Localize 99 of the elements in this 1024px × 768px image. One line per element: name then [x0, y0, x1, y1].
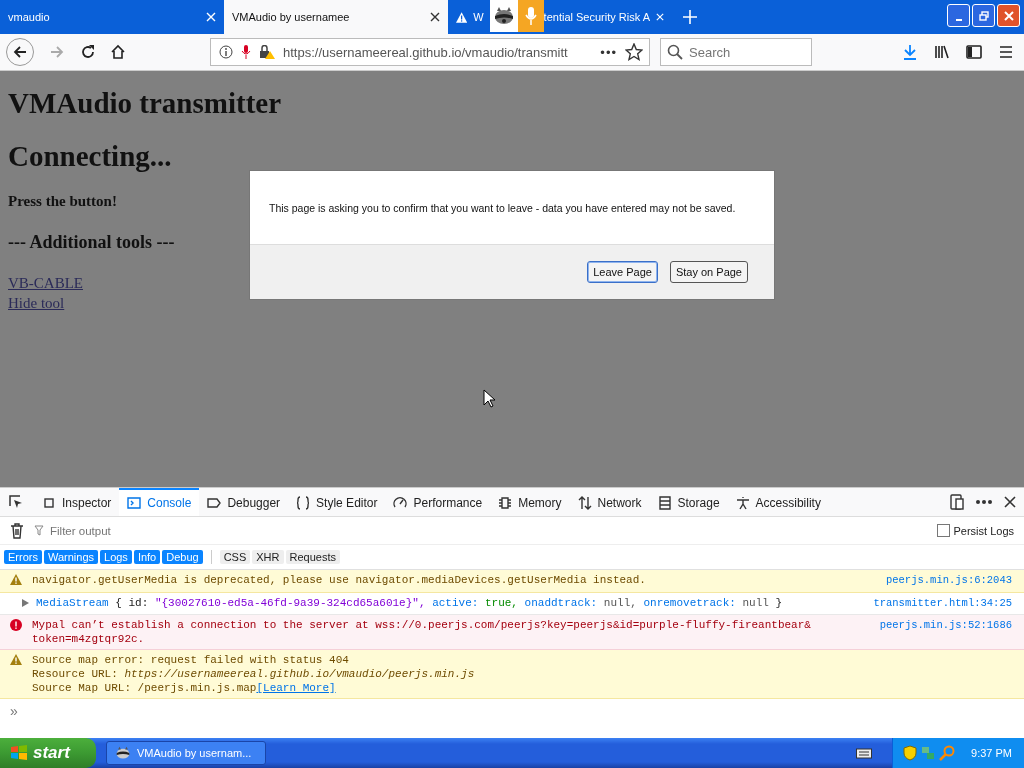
- back-icon: [12, 44, 28, 60]
- warning-icon: [456, 10, 468, 24]
- browser-tab[interactable]: vmaudio: [0, 0, 224, 34]
- download-icon[interactable]: [902, 44, 918, 60]
- search-icon: [667, 44, 683, 60]
- start-button[interactable]: start: [0, 738, 96, 768]
- arrows-icon: [577, 496, 592, 510]
- message-text: Resource URL: https://usernameereal.github.io/vmaudio/peerjs.min.js: [32, 667, 476, 681]
- message-text: navigator.getUserMedia is deprecated, please use navigator.mediaDevices.getUserMedia instead.: [32, 573, 647, 587]
- lock-warning-icon: [259, 45, 275, 59]
- source-link[interactable]: transmitter.html:34:25: [873, 596, 1012, 611]
- section-heading: --- Additional tools ---: [8, 232, 175, 253]
- shield-icon[interactable]: [903, 745, 918, 761]
- tab-title: W: [473, 11, 484, 23]
- devtools-tab[interactable]: Network: [569, 488, 650, 516]
- filter-button[interactable]: Requests: [285, 550, 340, 564]
- message-text: Source Map URL: /peerjs.min.js.map[Learn More]: [32, 681, 337, 695]
- filter-button[interactable]: CSS: [219, 550, 251, 564]
- filter-button[interactable]: Errors: [4, 550, 42, 564]
- url-text: https://usernameereal.github.io/vmaudio/transmitt: [283, 44, 569, 60]
- microphone-icon: [518, 0, 544, 32]
- filter-button[interactable]: Info: [133, 550, 161, 564]
- info-icon: [219, 45, 233, 59]
- tab-title: tential Security Risk A: [543, 11, 650, 23]
- devtools-tab[interactable]: Console: [119, 488, 200, 516]
- dialog-button[interactable]: Leave Page: [587, 261, 658, 283]
- console-icon: [127, 496, 142, 510]
- keyboard-icon[interactable]: [856, 747, 873, 759]
- restore-icon: [978, 10, 989, 21]
- status-heading: Connecting...: [8, 140, 172, 173]
- devtools-tab[interactable]: Debugger: [199, 488, 289, 516]
- clock: 9:37 PM: [971, 747, 1012, 759]
- expand-icon[interactable]: [22, 599, 29, 607]
- error-icon: [10, 619, 22, 631]
- more-icon[interactable]: [976, 500, 992, 504]
- filter-button[interactable]: Logs: [100, 550, 132, 564]
- checkbox-label: Persist Logs: [953, 524, 1014, 537]
- devtools-tab[interactable]: Performance: [385, 488, 491, 516]
- close-icon[interactable]: [430, 12, 440, 22]
- page-heading: VMAudio transmitter: [8, 87, 282, 120]
- microphone-icon: [241, 45, 251, 59]
- message-text: Source map error: request failed with status 404: [32, 653, 350, 667]
- learn-more-link[interactable]: [Learn More]: [256, 682, 336, 694]
- tab-title: VMAudio by usernamee: [232, 11, 350, 23]
- page-actions-button[interactable]: •••: [600, 44, 617, 60]
- source-link[interactable]: peerjs.min.js:52:1686: [879, 618, 1012, 646]
- browser-tab[interactable]: VMAudio by usernamee: [224, 0, 448, 34]
- close-icon: [1003, 10, 1014, 21]
- message-text: MediaStream { id: "{30027610-ed5a-46fd-9a39-324cd65a601e}", active: true, onaddtrack: null, onremovetrack: null }: [36, 596, 784, 610]
- responsive-icon[interactable]: [950, 494, 964, 510]
- raccoon-icon: [115, 746, 131, 760]
- message-text: Mypal can’t establish a connection to the server at wss://0.peerjs.com/peerjs?key=peerjs&id=purple-fluffy-fireantbear&: [32, 618, 812, 632]
- sidebar-icon[interactable]: [966, 44, 982, 60]
- sharing-indicator[interactable]: [490, 0, 544, 32]
- devtools-tab[interactable]: Style Editor: [288, 488, 386, 516]
- devtools-tab[interactable]: Memory: [490, 488, 570, 516]
- devtools-tab[interactable]: Accessibility: [727, 488, 829, 516]
- message-text: token=m4zgtqr92c.: [32, 632, 146, 646]
- minimize-button[interactable]: [947, 4, 970, 27]
- dialog-button[interactable]: Stay on Page: [669, 261, 748, 283]
- filter-button[interactable]: Debug: [162, 550, 203, 564]
- search-field[interactable]: Search: [660, 38, 812, 66]
- funnel-icon: [34, 525, 44, 536]
- minimize-icon: [955, 18, 962, 21]
- close-icon[interactable]: [1004, 496, 1016, 508]
- chip-icon: [498, 496, 513, 510]
- star-icon[interactable]: [625, 43, 643, 61]
- persist-checkbox[interactable]: [937, 524, 951, 537]
- warning-icon: [10, 574, 22, 585]
- restore-button[interactable]: [972, 4, 995, 27]
- braces-icon: [296, 496, 311, 510]
- picker-icon[interactable]: [8, 494, 24, 510]
- tab-title: vmaudio: [8, 11, 50, 23]
- browser-tab[interactable]: W tential Security Risk A: [448, 0, 672, 34]
- tag-icon: [207, 496, 222, 510]
- reload-icon[interactable]: [80, 44, 96, 60]
- close-button[interactable]: [997, 4, 1020, 27]
- windows-logo-icon: [10, 745, 28, 761]
- home-icon[interactable]: [110, 44, 126, 60]
- warning-icon: [10, 654, 22, 665]
- address-bar[interactable]: https://usernameereal.github.io/vmaudio/transmitt •••: [210, 38, 650, 66]
- square-icon: [42, 496, 56, 510]
- library-icon[interactable]: [934, 44, 950, 60]
- devtools-tab[interactable]: Inspector: [34, 488, 120, 516]
- storage-icon: [657, 496, 672, 510]
- filter-button[interactable]: XHR: [252, 550, 284, 564]
- taskbar-button[interactable]: VMAudio by usernam...: [106, 741, 266, 765]
- cursor-icon: [483, 389, 495, 408]
- prompt-icon: »: [10, 703, 18, 719]
- person-icon: [735, 496, 750, 510]
- devtools-tab[interactable]: Storage: [649, 488, 728, 516]
- gauge-icon: [393, 496, 408, 510]
- filter-button[interactable]: Warnings: [43, 550, 98, 564]
- raccoon-icon: [493, 6, 515, 26]
- new-tab-icon[interactable]: [682, 9, 698, 25]
- source-link[interactable]: peerjs.min.js:6:2043: [885, 573, 1012, 589]
- menu-icon[interactable]: [998, 44, 1014, 60]
- instruction-text: Press the button!: [8, 193, 117, 210]
- trash-icon[interactable]: [10, 522, 24, 539]
